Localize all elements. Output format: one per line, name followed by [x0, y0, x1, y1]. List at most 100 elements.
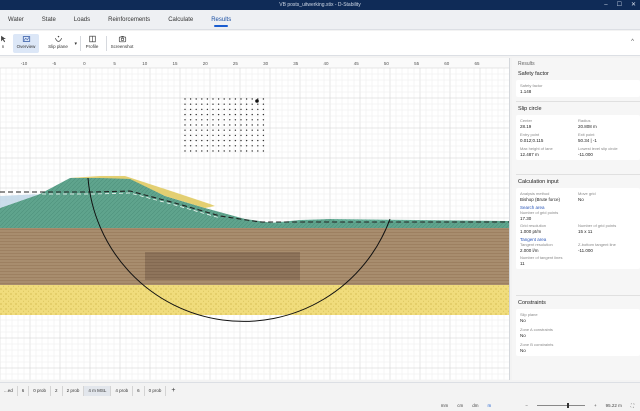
grid-point [189, 98, 192, 100]
slip-plane-button[interactable]: Slip plane ▾ [43, 34, 77, 53]
grid-point [195, 134, 197, 137]
grid-point [251, 103, 253, 105]
geometry-canvas[interactable]: -10 -5 0 5 10 15 20 25 30 35 40 45 50 55 60 65 [0, 58, 510, 380]
grid-point [184, 150, 186, 152]
grid-point [245, 98, 248, 100]
tab-results[interactable]: Results [211, 10, 231, 30]
minimize-button[interactable]: – [604, 0, 607, 10]
grid-point [262, 98, 265, 100]
grid-point [245, 134, 248, 137]
stage-tab-active[interactable]: 4 m MSL [84, 386, 112, 396]
grid-point [217, 108, 220, 111]
add-stage-button[interactable]: + [166, 386, 180, 396]
stage-tab[interactable]: ...ed [0, 386, 18, 396]
grid-point [212, 139, 214, 142]
stage-tab[interactable]: 4 prob [111, 386, 134, 396]
grid-point [229, 139, 231, 142]
screenshot-button[interactable]: Screenshot [109, 34, 135, 53]
profile-icon [88, 35, 96, 43]
grid-point [234, 124, 237, 126]
grid-point [229, 134, 231, 137]
grid-point [201, 124, 203, 126]
grid-point [240, 108, 242, 111]
grid-point [184, 139, 186, 142]
ruler-tick-label: 55 [414, 61, 420, 66]
grid-point [251, 150, 253, 152]
close-button[interactable]: ✕ [631, 0, 636, 10]
grid-point [234, 150, 237, 152]
grid-point [229, 150, 231, 152]
ruler-tick-label: -10 [21, 61, 28, 66]
cross-section-view[interactable]: -10 -5 0 5 10 15 20 25 30 35 40 45 50 55 60 65 [0, 58, 510, 380]
grid-point [251, 108, 253, 111]
stage-tab[interactable]: 2 prob [63, 386, 85, 396]
grid-point [234, 113, 237, 116]
grid-point [184, 103, 186, 105]
unit-m[interactable]: m [488, 403, 492, 408]
stage-tab[interactable]: 2 [51, 386, 63, 396]
tab-loads[interactable]: Loads [74, 10, 90, 30]
zoom-in-icon[interactable]: + [594, 403, 597, 408]
overview-button[interactable]: Overview [13, 34, 39, 53]
grid-point [206, 150, 209, 152]
tab-state[interactable]: State [42, 10, 56, 30]
grid-point [251, 129, 253, 131]
grid-point [201, 98, 203, 100]
profile-button[interactable]: Profile [83, 34, 101, 53]
ruler-tick-label: 30 [263, 61, 269, 66]
grid-point [184, 134, 186, 137]
grid-point [251, 119, 253, 121]
grid-point [217, 98, 220, 100]
tab-reinforcements[interactable]: Reinforcements [108, 10, 150, 30]
zoom-out-icon[interactable]: − [525, 403, 528, 408]
status-controls: mm cm dm m − + 95.22 m ⛶ [441, 400, 640, 410]
grid-point [223, 134, 225, 137]
grid-point [189, 150, 192, 152]
grid-point [201, 139, 203, 142]
collapse-ribbon-button[interactable]: ^ [631, 39, 634, 45]
grid-point [195, 139, 197, 142]
grid-point [184, 119, 186, 121]
grid-point [234, 103, 237, 105]
grid-point [212, 113, 214, 116]
screenshot-icon [118, 36, 126, 43]
grid-point [217, 113, 220, 116]
chevron-down-icon[interactable]: ▾ [74, 41, 77, 47]
grid-point [212, 124, 214, 126]
constraints-section: Constraints Slip plane No Zone A constra… [516, 295, 640, 356]
unit-dm[interactable]: dm [472, 403, 478, 408]
grid-point [195, 103, 197, 105]
grid-point [223, 145, 225, 147]
fit-view-icon[interactable]: ⛶ [631, 403, 634, 408]
title-bar: VB posts_uitwerking.stix - D-Stability –… [0, 0, 640, 10]
grid-point [206, 108, 209, 111]
unit-mm[interactable]: mm [441, 403, 449, 408]
calculation-input-section: Calculation input Analysis method Bishop … [516, 174, 640, 269]
grid-point [223, 98, 225, 100]
status-bar: ...ed 6 0 prob 2 2 prob 4 m MSL 4 prob 6… [0, 382, 640, 411]
stage-tab[interactable]: 6 [18, 386, 30, 396]
unit-cm[interactable]: cm [457, 403, 463, 408]
pointer-button[interactable]: n [0, 34, 8, 53]
grid-point [206, 134, 209, 137]
zoom-slider[interactable] [536, 402, 585, 408]
grid-point [257, 108, 259, 111]
grid-point [245, 124, 248, 126]
tab-water[interactable]: Water [8, 10, 24, 30]
tab-calculate[interactable]: Calculate [168, 10, 193, 30]
grid-point [251, 113, 253, 116]
stage-tab[interactable]: 6 [133, 386, 145, 396]
grid-point [212, 103, 214, 105]
grid-point [189, 145, 192, 147]
grid-point [206, 145, 209, 147]
grid-point [223, 129, 225, 131]
grid-point [217, 139, 220, 142]
grid-point [251, 134, 253, 137]
toolbar-divider [106, 36, 107, 51]
grid-point [240, 103, 242, 105]
slip-center-point [255, 99, 259, 103]
stage-tab[interactable]: 0 prob [29, 386, 52, 396]
grid-point [262, 150, 265, 152]
maximize-button[interactable]: ☐ [617, 0, 622, 10]
stage-tab[interactable]: 0 prob [145, 386, 167, 396]
